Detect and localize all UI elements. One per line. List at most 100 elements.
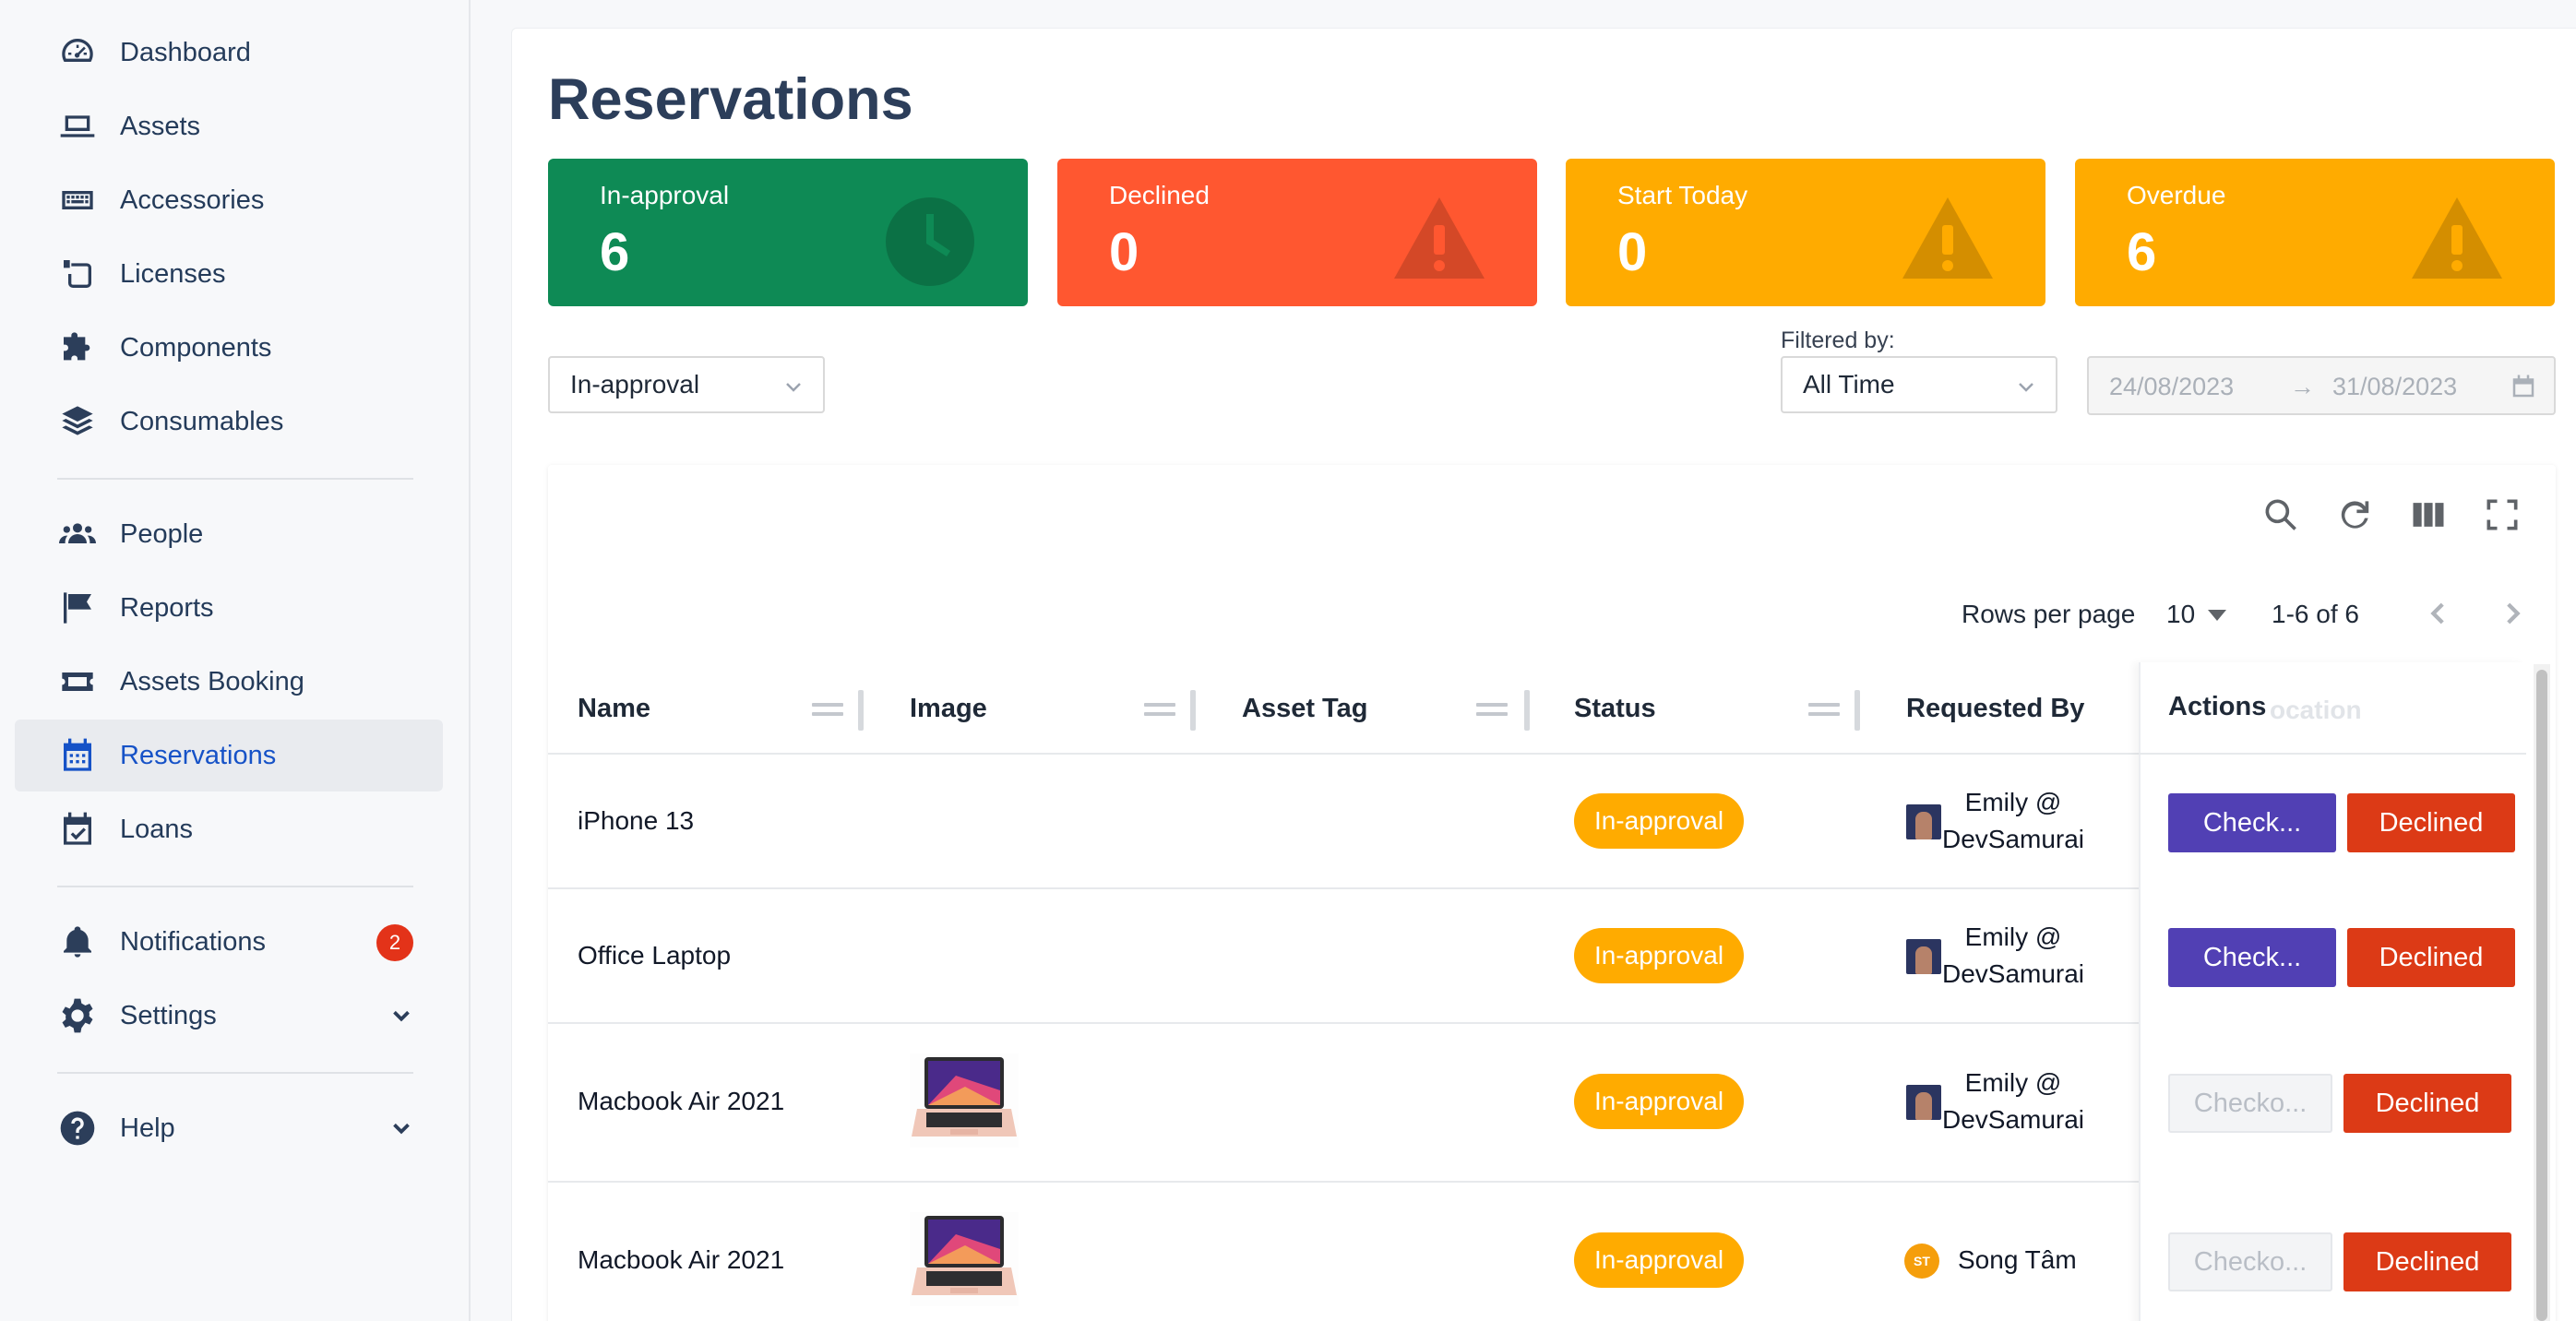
sidebar-item-help[interactable]: Help <box>15 1092 443 1164</box>
license-icon <box>57 254 98 294</box>
requester-line-1: Emily @ <box>1964 788 2062 816</box>
sidebar-item-accessories[interactable]: Accessories <box>15 164 443 236</box>
column-drag-handle[interactable] <box>1144 703 1175 720</box>
card-label: In-approval <box>600 181 730 209</box>
sidebar-item-reservations[interactable]: Reservations <box>15 720 443 791</box>
column-resize-handle[interactable] <box>858 690 864 731</box>
status-badge: In-approval <box>1574 1232 1744 1288</box>
column-resize-handle[interactable] <box>1854 690 1860 731</box>
warning-icon <box>1902 197 1993 279</box>
table-scrollbar[interactable] <box>2534 664 2550 1321</box>
clock-icon <box>886 197 974 286</box>
dashboard-icon <box>57 32 98 73</box>
status-filter-value: In-approval <box>570 370 700 399</box>
layers-icon <box>57 401 98 442</box>
status-filter-select[interactable]: In-approval <box>548 356 825 413</box>
column-header-actions: Actions <box>2168 692 2267 721</box>
period-filter-select[interactable]: All Time <box>1781 356 2057 413</box>
column-header-image[interactable]: Image <box>910 694 987 724</box>
row-name[interactable]: Macbook Air 2021 <box>578 1087 784 1116</box>
sidebar-item-reports[interactable]: Reports <box>15 572 443 644</box>
card-value: 0 <box>1617 222 1648 282</box>
search-icon[interactable] <box>2260 494 2301 535</box>
requester-line-2: DevSamurai <box>1941 959 2085 988</box>
sidebar-item-loans[interactable]: Loans <box>15 793 443 865</box>
sidebar-item-consumables[interactable]: Consumables <box>15 386 443 458</box>
sidebar-item-licenses[interactable]: Licenses <box>15 238 443 310</box>
chevron-down-icon[interactable] <box>388 1114 415 1142</box>
status-badge: In-approval <box>1574 793 1744 849</box>
column-resize-handle[interactable] <box>1190 690 1196 731</box>
column-header-requested-by[interactable]: Requested By <box>1906 694 2084 724</box>
sidebar-item-settings[interactable]: Settings <box>15 980 443 1052</box>
card-value: 0 <box>1109 222 1139 282</box>
row-name[interactable]: Macbook Air 2021 <box>578 1245 784 1275</box>
stat-card-in-approval[interactable]: In-approval 6 <box>548 159 1028 306</box>
checkout-button[interactable]: Check... <box>2168 928 2336 987</box>
sidebar-item-label: Assets Booking <box>120 666 304 696</box>
sidebar-item-assets[interactable]: Assets <box>15 90 443 162</box>
hidden-column-header: ocation <box>2270 696 2362 724</box>
macbook-thumbnail[interactable] <box>910 1212 1019 1306</box>
filtered-by-label: Filtered by: <box>1781 327 1895 353</box>
chevron-down-icon[interactable] <box>388 1002 415 1029</box>
column-drag-handle[interactable] <box>1476 703 1508 720</box>
decline-button[interactable]: Declined <box>2347 928 2515 987</box>
column-drag-handle[interactable] <box>1808 703 1840 720</box>
sidebar-item-label: Assets <box>120 111 201 141</box>
sidebar-item-label: People <box>120 518 204 549</box>
scrollbar-thumb[interactable] <box>2536 670 2547 1321</box>
column-header-name[interactable]: Name <box>578 694 650 724</box>
decline-button[interactable]: Declined <box>2343 1232 2511 1291</box>
sidebar-item-people[interactable]: People <box>15 498 443 570</box>
caret-down-icon[interactable] <box>2207 609 2227 622</box>
sidebar-item-notifications[interactable]: Notifications 2 <box>15 906 443 978</box>
chevron-down-icon <box>782 375 805 397</box>
rows-per-page-select[interactable]: 10 <box>2166 600 2195 629</box>
actions-column <box>2139 662 2526 1321</box>
chevron-right-icon[interactable] <box>2497 598 2528 629</box>
card-value: 6 <box>600 222 630 282</box>
stat-card-declined[interactable]: Declined 0 <box>1057 159 1537 306</box>
stat-card-start-today[interactable]: Start Today 0 <box>1566 159 2045 306</box>
column-drag-handle[interactable] <box>812 703 843 720</box>
column-header-asset-tag[interactable]: Asset Tag <box>1242 694 1367 724</box>
checkout-button[interactable]: Check... <box>2168 793 2336 852</box>
calendar-check-icon <box>57 809 98 850</box>
column-resize-handle[interactable] <box>1524 690 1530 731</box>
row-name[interactable]: Office Laptop <box>578 941 731 970</box>
laptop-icon <box>57 106 98 147</box>
refresh-icon[interactable] <box>2334 494 2375 535</box>
sidebar-item-dashboard[interactable]: Dashboard <box>15 17 443 89</box>
bell-icon <box>57 922 98 962</box>
decline-button[interactable]: Declined <box>2347 793 2515 852</box>
keyboard-icon <box>57 180 98 220</box>
card-label: Overdue <box>2127 181 2226 209</box>
requester-line-2: DevSamurai <box>1941 1105 2085 1134</box>
help-icon <box>57 1108 98 1148</box>
stat-card-overdue[interactable]: Overdue 6 <box>2075 159 2555 306</box>
sidebar-item-label: Help <box>120 1113 175 1143</box>
fullscreen-icon[interactable] <box>2482 494 2522 535</box>
pagination-range: 1-6 of 6 <box>2272 600 2359 628</box>
column-header-status[interactable]: Status <box>1574 694 1656 724</box>
sidebar-item-label: Licenses <box>120 258 226 289</box>
sidebar-divider <box>57 886 413 887</box>
sidebar-item-label: Dashboard <box>120 37 251 67</box>
chevron-left-icon[interactable] <box>2423 598 2454 629</box>
columns-icon[interactable] <box>2408 494 2449 535</box>
ticket-icon <box>57 661 98 702</box>
flag-icon <box>57 588 98 628</box>
requester-name: Song Tâm <box>1958 1245 2077 1274</box>
status-badge: In-approval <box>1574 1074 1744 1129</box>
sidebar-item-components[interactable]: Components <box>15 312 443 384</box>
warning-icon <box>2412 197 2502 279</box>
sidebar: Dashboard Assets Accessories Licenses Co… <box>0 0 471 1321</box>
sidebar-item-assets-booking[interactable]: Assets Booking <box>15 646 443 718</box>
macbook-thumbnail[interactable] <box>910 1053 1019 1148</box>
date-range-picker[interactable]: 24/08/2023 → 31/08/2023 <box>2087 356 2556 415</box>
row-name[interactable]: iPhone 13 <box>578 806 694 836</box>
chevron-down-icon <box>2015 375 2037 397</box>
requester-line-1: Emily @ <box>1964 922 2062 951</box>
decline-button[interactable]: Declined <box>2343 1074 2511 1133</box>
